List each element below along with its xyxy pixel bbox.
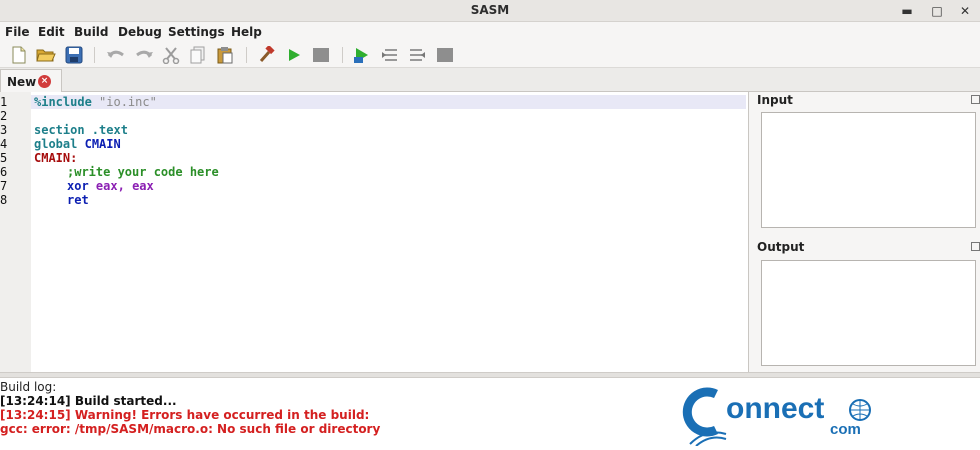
menu-settings[interactable]: Settings [168, 25, 225, 39]
code-keyword: global [34, 137, 78, 151]
line-number-gutter: 1 2 3 4 5 6 7 8 [0, 92, 31, 372]
toolbar [0, 42, 980, 68]
tab-close-icon[interactable]: × [38, 75, 51, 88]
code-line-5: CMAIN: [34, 151, 78, 165]
save-icon[interactable] [64, 45, 84, 65]
tab-new[interactable]: New × [0, 69, 62, 92]
output-panel-title: Output [757, 240, 805, 254]
title-bar: SASM ▬ □ ✕ [0, 0, 980, 22]
code-instruction: xor [67, 179, 89, 193]
line-number: 3 [0, 123, 8, 137]
menu-edit[interactable]: Edit [38, 25, 65, 39]
line-number: 7 [0, 179, 8, 193]
maximize-button[interactable]: □ [928, 2, 946, 20]
new-file-icon[interactable] [9, 45, 29, 65]
paste-icon[interactable] [215, 45, 235, 65]
build-log-line: [13:24:14] Build started... [0, 394, 177, 408]
toolbar-separator [246, 47, 247, 63]
menu-build[interactable]: Build [74, 25, 109, 39]
menu-file[interactable]: File [5, 25, 30, 39]
code-line-4: global CMAIN [34, 137, 121, 151]
logo-graphic: onnect com [682, 387, 871, 447]
line-number: 1 [0, 95, 8, 109]
logo-suffix: com [830, 421, 861, 438]
cut-icon[interactable] [161, 45, 181, 65]
menu-help[interactable]: Help [231, 25, 262, 39]
toolbar-separator [342, 47, 343, 63]
toolbar-separator [94, 47, 95, 63]
undo-icon[interactable] [106, 45, 126, 65]
line-number: 5 [0, 151, 8, 165]
code-editor[interactable]: 1 2 3 4 5 6 7 8 %include "io.inc" sectio… [0, 92, 749, 372]
build-log-line: gcc: error: /tmp/SASM/macro.o: No such f… [0, 422, 381, 436]
output-area [761, 260, 976, 366]
window-title: SASM [470, 3, 510, 17]
code-separator: , [117, 179, 125, 193]
build-log-line: [13:24:15] Warning! Errors have occurred… [0, 408, 370, 422]
build-log-header: Build log: [0, 380, 57, 394]
debug-icon[interactable] [352, 45, 372, 65]
code-register: eax [132, 179, 154, 193]
tab-bar: New × [0, 68, 980, 92]
copy-icon[interactable] [188, 45, 208, 65]
input-panel-title: Input [757, 93, 793, 107]
code-string: "io.inc" [99, 95, 157, 109]
connect-watermark-logo: onnect com [680, 384, 880, 447]
step-into-icon[interactable] [380, 45, 400, 65]
debug-stop-icon[interactable] [435, 45, 455, 65]
menu-bar: File Edit Build Debug Settings Help [0, 22, 980, 42]
tab-label: New [7, 75, 37, 89]
code-identifier: CMAIN [84, 137, 121, 151]
code-register: eax [95, 179, 118, 193]
code-line-6: ;write your code here [67, 165, 219, 179]
line-number: 4 [0, 137, 8, 151]
code-line-7: xor eax, eax [67, 179, 154, 193]
code-line-3: section .text [34, 123, 128, 137]
code-line-1: %include "io.inc" [34, 95, 157, 109]
io-side-panel: Input Output [750, 92, 980, 372]
run-icon[interactable] [284, 45, 304, 65]
build-hammer-icon[interactable] [256, 45, 276, 65]
code-directive: %include [34, 95, 92, 109]
code-line-8: ret [67, 193, 89, 207]
minimize-button[interactable]: ▬ [898, 2, 916, 20]
stop-icon[interactable] [311, 45, 331, 65]
step-over-icon[interactable] [407, 45, 427, 65]
undock-icon[interactable] [971, 95, 980, 104]
close-button[interactable]: ✕ [956, 2, 974, 20]
undock-icon[interactable] [971, 242, 980, 251]
redo-icon[interactable] [134, 45, 154, 65]
line-number: 8 [0, 193, 8, 207]
input-textarea[interactable] [761, 112, 976, 228]
line-number: 6 [0, 165, 8, 179]
logo-word: onnect [726, 392, 824, 425]
line-number: 2 [0, 109, 8, 123]
menu-debug[interactable]: Debug [118, 25, 162, 39]
open-folder-icon[interactable] [36, 45, 56, 65]
